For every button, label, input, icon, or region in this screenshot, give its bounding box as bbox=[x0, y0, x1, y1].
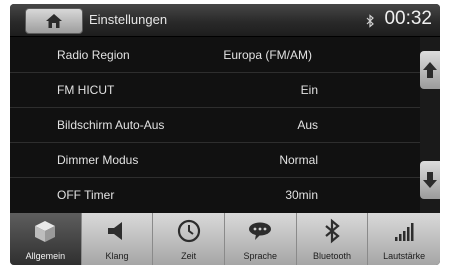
cube-icon bbox=[35, 221, 56, 242]
setting-label: Dimmer Modus bbox=[57, 153, 139, 167]
setting-value: Ein bbox=[300, 83, 318, 97]
setting-row-dimmer-mode[interactable]: Dimmer Modus Normal bbox=[10, 142, 420, 178]
setting-value: Normal bbox=[279, 153, 318, 167]
setting-label: Bildschirm Auto-Aus bbox=[57, 118, 165, 132]
scroll-down-button[interactable] bbox=[420, 161, 440, 199]
tab-label: Sprache bbox=[243, 251, 278, 261]
tab-zeit[interactable]: Zeit bbox=[153, 213, 225, 265]
setting-value: Aus bbox=[297, 118, 318, 132]
setting-label: FM HICUT bbox=[57, 83, 115, 97]
tab-klang[interactable]: Klang bbox=[82, 213, 154, 265]
speech-bubble-icon bbox=[249, 222, 272, 240]
home-icon bbox=[46, 14, 62, 28]
volume-bars-icon bbox=[395, 223, 414, 241]
tab-label: Bluetooth bbox=[312, 251, 351, 261]
scrollbar[interactable] bbox=[420, 37, 440, 213]
tab-bluetooth[interactable]: Bluetooth bbox=[297, 213, 369, 265]
bluetooth-status-icon bbox=[366, 14, 374, 28]
home-button[interactable] bbox=[25, 8, 83, 34]
setting-row-screen-auto-off[interactable]: Bildschirm Auto-Aus Aus bbox=[10, 107, 420, 143]
tab-label: Allgemein bbox=[25, 251, 66, 261]
setting-row-radio-region[interactable]: Radio Region Europa (FM/AM) bbox=[10, 37, 420, 73]
arrow-down-icon bbox=[423, 172, 437, 188]
speaker-icon bbox=[107, 222, 122, 240]
tab-allgemein[interactable]: Allgemein bbox=[10, 213, 82, 265]
setting-label: OFF Timer bbox=[57, 188, 115, 202]
bluetooth-icon bbox=[325, 218, 340, 244]
category-tabbar: Allgemein Klang Zeit Sprache Bluetooth L… bbox=[10, 213, 440, 265]
setting-row-off-timer[interactable]: OFF Timer 30min bbox=[10, 177, 420, 212]
scroll-up-button[interactable] bbox=[420, 51, 440, 89]
tab-sprache[interactable]: Sprache bbox=[225, 213, 297, 265]
setting-value: 30min bbox=[285, 188, 318, 202]
settings-list: Radio Region Europa (FM/AM) FM HICUT Ein… bbox=[10, 37, 420, 213]
tab-lautstaerke[interactable]: Lautstärke bbox=[368, 213, 440, 265]
tab-label: Klang bbox=[105, 251, 129, 261]
clock-icon bbox=[177, 219, 200, 243]
header-bar: Einstellungen 00:32 bbox=[10, 4, 440, 37]
tab-label: Lautstärke bbox=[383, 251, 426, 261]
tab-label: Zeit bbox=[181, 251, 197, 261]
setting-label: Radio Region bbox=[57, 48, 130, 62]
setting-value: Europa (FM/AM) bbox=[223, 48, 312, 62]
page-title: Einstellungen bbox=[89, 12, 168, 27]
settings-screen: Einstellungen 00:32 Radio Region Europa … bbox=[10, 4, 440, 265]
clock: 00:32 bbox=[384, 8, 432, 29]
arrow-up-icon bbox=[423, 62, 437, 78]
setting-row-fm-hicut[interactable]: FM HICUT Ein bbox=[10, 72, 420, 108]
